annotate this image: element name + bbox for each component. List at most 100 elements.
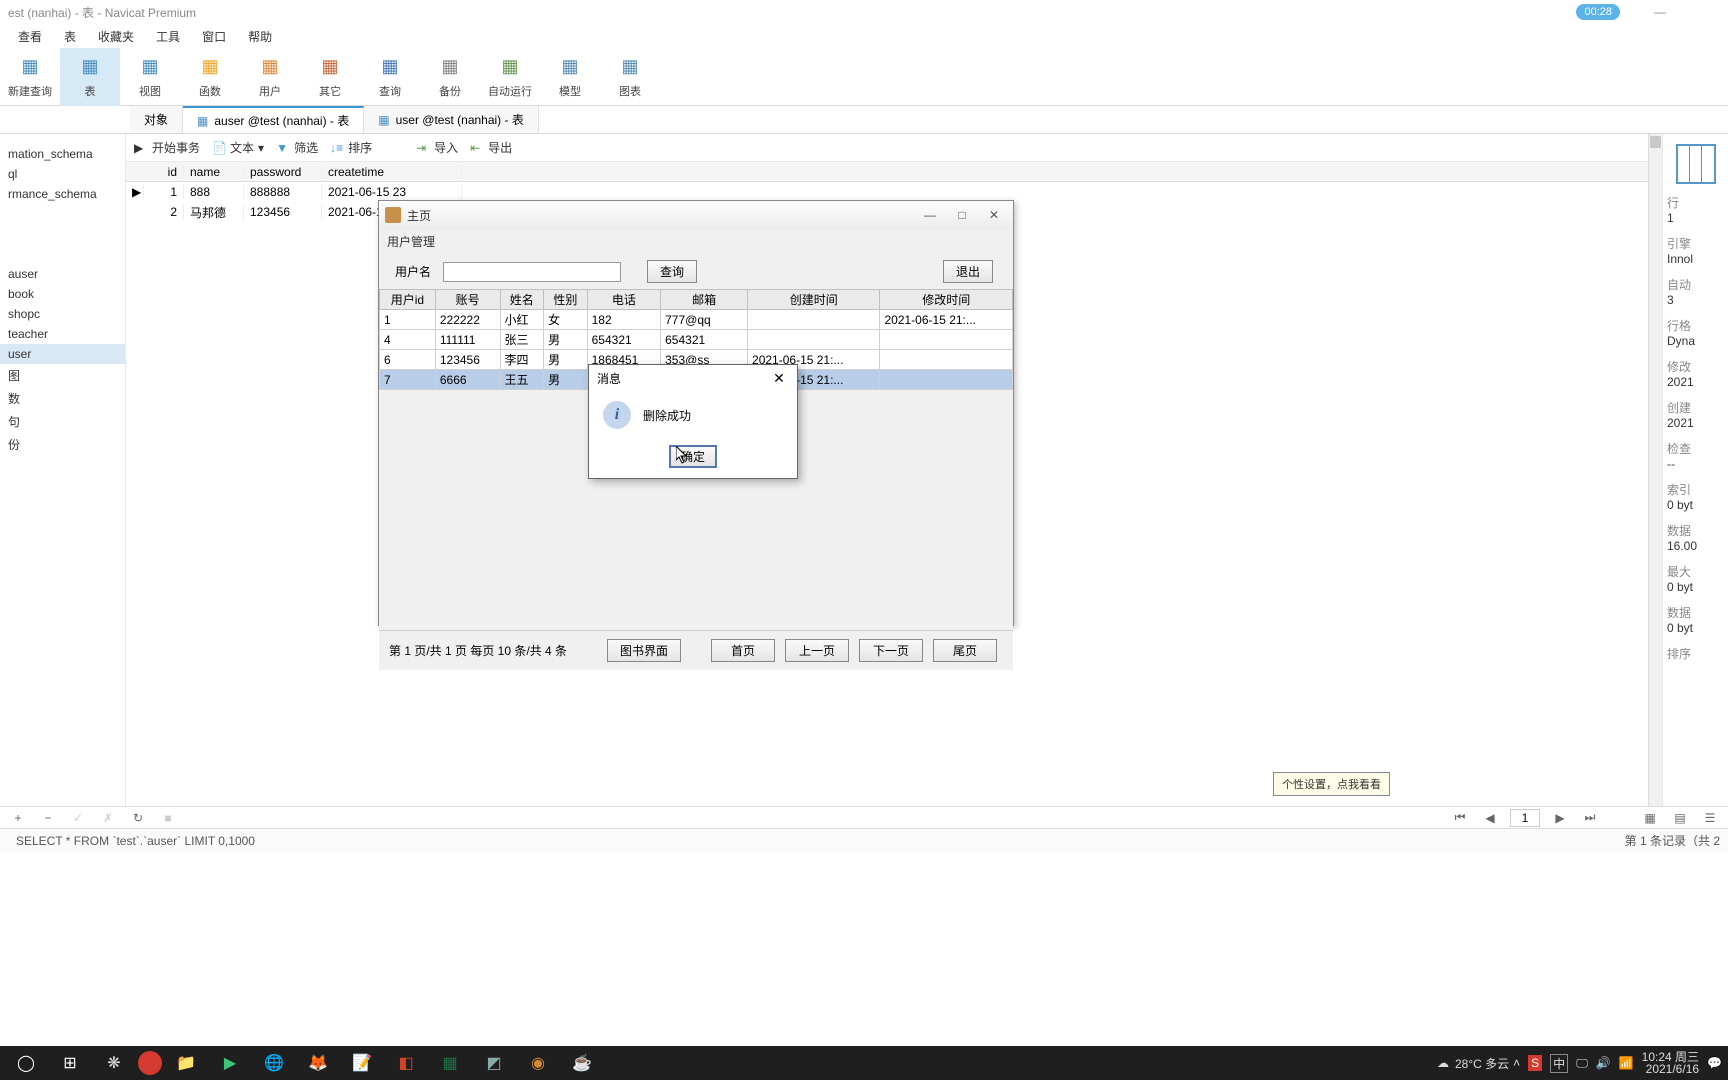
minimize-button[interactable]: —: [1640, 5, 1680, 19]
last-page-button[interactable]: ⏭: [1580, 809, 1600, 826]
page-input[interactable]: [1510, 809, 1540, 827]
export-button[interactable]: ⇤导出: [470, 139, 512, 156]
taskbar[interactable]: ◯ ⊞ ❋ 📁 ▶ 🌐 🦊 📝 ◧ ▦ ◩ ◉ ☕ ☁ 28°C 多云 ˄ S …: [0, 1046, 1728, 1080]
close-button[interactable]: ✕: [769, 370, 789, 387]
ribbon-图表[interactable]: ▦图表: [600, 48, 660, 106]
col-header[interactable]: 电话: [587, 290, 661, 310]
node-item[interactable]: 句: [0, 410, 125, 433]
ribbon-新建查询[interactable]: ▦新建查询: [0, 48, 60, 106]
table-row[interactable]: 1222222小红女182777@qq2021-06-15 21:...: [380, 310, 1013, 330]
java-app-icon[interactable]: ☕: [562, 1048, 602, 1078]
tab[interactable]: 对象: [130, 106, 183, 133]
app-icon[interactable]: [138, 1051, 162, 1075]
ribbon-其它[interactable]: ▦其它: [300, 48, 360, 106]
table-item[interactable]: user: [0, 344, 125, 364]
table-item[interactable]: teacher: [0, 324, 125, 344]
menu-item[interactable]: 窗口: [202, 28, 226, 45]
col-header[interactable]: 邮箱: [661, 290, 748, 310]
username-input[interactable]: [443, 262, 621, 282]
refresh-button[interactable]: ↻: [128, 810, 148, 826]
menu-item[interactable]: 表: [64, 28, 76, 45]
maximize-button[interactable]: □: [949, 208, 975, 222]
file-explorer-icon[interactable]: 📁: [166, 1048, 206, 1078]
import-button[interactable]: ⇥导入: [416, 139, 458, 156]
clock-date[interactable]: 2021/6/16: [1642, 1063, 1699, 1075]
task-view-button[interactable]: ⊞: [50, 1048, 90, 1078]
col-header[interactable]: 创建时间: [748, 290, 880, 310]
network-icon[interactable]: 📶: [1619, 1056, 1634, 1070]
media-player-icon[interactable]: ▶: [210, 1048, 250, 1078]
next-page-button[interactable]: ▶: [1550, 810, 1570, 826]
volume-icon[interactable]: 🔊: [1596, 1056, 1611, 1070]
ribbon-模型[interactable]: ▦模型: [540, 48, 600, 106]
filter-button[interactable]: ▼筛选: [276, 139, 318, 156]
prev-page-button[interactable]: 上一页: [785, 639, 849, 662]
system-tray[interactable]: ˄ S 中 🖵 🔊 📶 10:24 周三 2021/6/16 💬: [1513, 1051, 1722, 1075]
node-item[interactable]: 数: [0, 387, 125, 410]
grid-view-button[interactable]: ▦: [1640, 810, 1660, 826]
db-item[interactable]: rmance_schema: [0, 184, 125, 204]
ribbon-函数[interactable]: ▦函数: [180, 48, 240, 106]
minimize-button[interactable]: —: [917, 208, 943, 222]
table-row[interactable]: 4111111张三男654321654321: [380, 330, 1013, 350]
app-icon[interactable]: ◉: [518, 1048, 558, 1078]
ok-button[interactable]: 确定: [669, 445, 717, 468]
app-icon[interactable]: ❋: [94, 1048, 134, 1078]
confirm-button[interactable]: ✓: [68, 810, 88, 826]
excel-icon[interactable]: ▦: [430, 1048, 470, 1078]
menu-item[interactable]: 工具: [156, 28, 180, 45]
table-row[interactable]: ▶18888888882021-06-15 23: [126, 182, 1662, 202]
cancel-button[interactable]: ✗: [98, 810, 118, 826]
sort-button[interactable]: ↓≡排序: [330, 139, 372, 156]
node-item[interactable]: 图: [0, 364, 125, 387]
ime-indicator[interactable]: S: [1528, 1055, 1542, 1071]
search-button[interactable]: 查询: [647, 260, 697, 283]
book-view-button[interactable]: 图书界面: [607, 639, 681, 662]
form-view-button[interactable]: ▤: [1670, 810, 1690, 826]
user-management-menu[interactable]: 用户管理: [379, 229, 1013, 254]
first-page-button[interactable]: ⏮: [1450, 809, 1470, 826]
msgbox-titlebar[interactable]: 消息 ✕: [589, 365, 797, 391]
office-icon[interactable]: ◧: [386, 1048, 426, 1078]
start-button[interactable]: ◯: [6, 1048, 46, 1078]
col-header[interactable]: 姓名: [500, 290, 544, 310]
vertical-scrollbar[interactable]: [1648, 134, 1662, 806]
ide-icon[interactable]: ◩: [474, 1048, 514, 1078]
menu-item[interactable]: 收藏夹: [98, 28, 134, 45]
text-button[interactable]: 📄文本▾: [212, 139, 264, 156]
tab[interactable]: ▦auser @test (nanhai) - 表: [183, 106, 364, 133]
ribbon-查询[interactable]: ▦查询: [360, 48, 420, 106]
chrome-icon[interactable]: 🌐: [254, 1048, 294, 1078]
ribbon-表[interactable]: ▦表: [60, 48, 120, 106]
db-item[interactable]: mation_schema: [0, 144, 125, 164]
message-dialog[interactable]: 消息 ✕ i 删除成功 确定: [588, 364, 798, 479]
next-page-button[interactable]: 下一页: [859, 639, 923, 662]
firefox-icon[interactable]: 🦊: [298, 1048, 338, 1078]
ime-lang[interactable]: 中: [1550, 1054, 1568, 1073]
delete-row-button[interactable]: −: [38, 810, 58, 826]
dialog-titlebar[interactable]: 主页 — □ ✕: [379, 201, 1013, 229]
menu-item[interactable]: 帮助: [248, 28, 272, 45]
db-item[interactable]: ql: [0, 164, 125, 184]
menu-item[interactable]: 查看: [18, 28, 42, 45]
table-item[interactable]: shopc: [0, 304, 125, 324]
stop-button[interactable]: ■: [158, 810, 178, 826]
notification-icon[interactable]: 💬: [1707, 1056, 1722, 1070]
add-row-button[interactable]: +: [8, 810, 28, 826]
col-header[interactable]: 账号: [435, 290, 500, 310]
ribbon-备份[interactable]: ▦备份: [420, 48, 480, 106]
begin-transaction-button[interactable]: ▶开始事务: [134, 139, 200, 156]
tray-icon[interactable]: 🖵: [1576, 1056, 1588, 1071]
col-header[interactable]: 性别: [544, 290, 588, 310]
tray-chevron-icon[interactable]: ˄: [1513, 1056, 1520, 1070]
node-item[interactable]: 份: [0, 433, 125, 456]
tab[interactable]: ▦user @test (nanhai) - 表: [364, 106, 539, 133]
ribbon-视图[interactable]: ▦视图: [120, 48, 180, 106]
notepad-icon[interactable]: 📝: [342, 1048, 382, 1078]
last-page-button[interactable]: 尾页: [933, 639, 997, 662]
ribbon-用户[interactable]: ▦用户: [240, 48, 300, 106]
logout-button[interactable]: 退出: [943, 260, 993, 283]
col-header[interactable]: 修改时间: [880, 290, 1013, 310]
first-page-button[interactable]: 首页: [711, 639, 775, 662]
text-view-button[interactable]: ☰: [1700, 810, 1720, 826]
